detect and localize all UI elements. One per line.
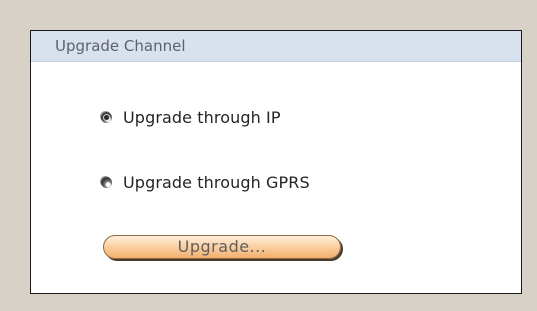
panel-title: Upgrade Channel bbox=[31, 31, 521, 62]
upgrade-channel-panel: Upgrade Channel Upgrade through IP Upgra… bbox=[30, 30, 522, 294]
radio-selected-icon[interactable] bbox=[101, 111, 112, 123]
upgrade-button[interactable]: Upgrade... bbox=[103, 235, 341, 259]
upgrade-through-gprs-option[interactable]: Upgrade through GPRS bbox=[101, 171, 310, 193]
upgrade-through-ip-option[interactable]: Upgrade through IP bbox=[101, 106, 281, 128]
radio-unselected-icon[interactable] bbox=[101, 176, 112, 188]
upgrade-through-gprs-label: Upgrade through GPRS bbox=[123, 172, 310, 192]
upgrade-through-ip-label: Upgrade through IP bbox=[123, 107, 281, 127]
